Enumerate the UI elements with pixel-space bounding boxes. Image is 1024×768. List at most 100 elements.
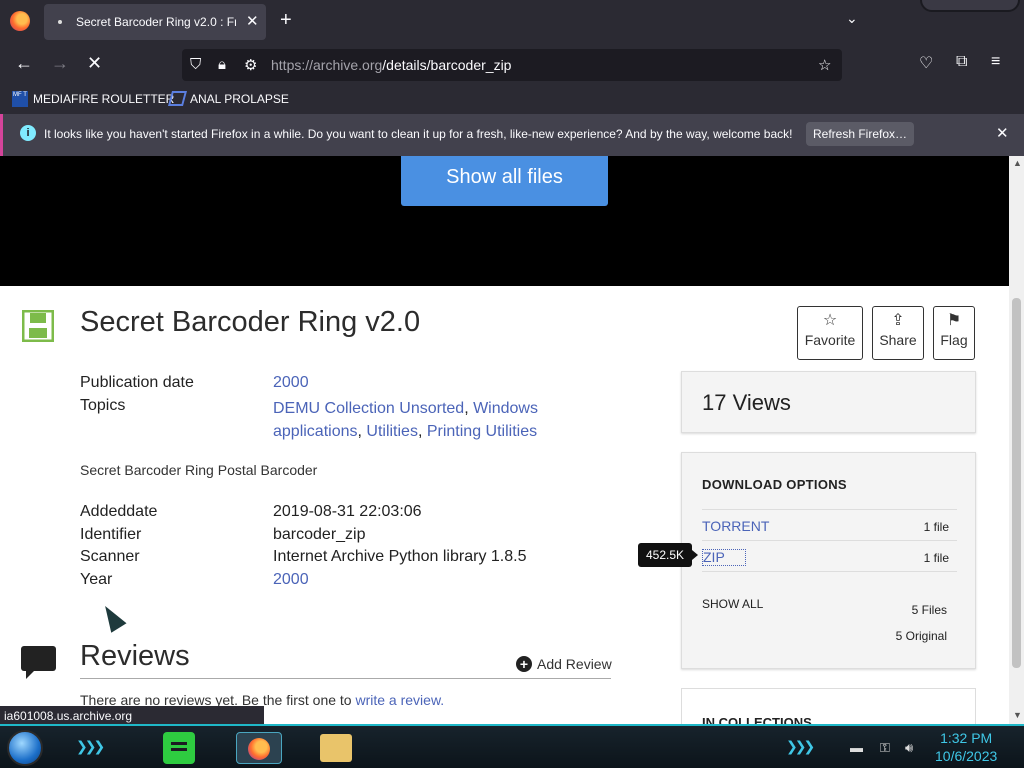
collections-box: IN COLLECTIONS bbox=[681, 688, 976, 724]
bookmark-star-icon[interactable]: ☆ bbox=[818, 56, 831, 74]
url-text[interactable]: https://archive.org/details/barcoder_zip bbox=[271, 57, 511, 73]
bookmarks-toolbar: MF T MEDIAFIRE ROULETTER ANAL PROLAPSE bbox=[0, 86, 1024, 114]
show-all-files-button[interactable]: Show all files bbox=[401, 156, 608, 206]
favorite-label: Favorite bbox=[804, 332, 856, 348]
volume-icon[interactable]: 🔊︎ bbox=[905, 740, 913, 756]
scanner-value: Internet Archive Python library 1.8.5 bbox=[273, 548, 527, 565]
new-tab-button[interactable]: + bbox=[280, 9, 292, 32]
stop-loading-icon[interactable]: ✕ bbox=[87, 53, 102, 74]
tab-bar: Secret Barcoder Ring v2.0 : Free ✕ + ⌄ bbox=[0, 0, 1024, 44]
bookmark-second[interactable]: ANAL PROLAPSE bbox=[167, 91, 289, 106]
back-icon[interactable]: ← bbox=[15, 53, 33, 74]
show-all-link[interactable]: SHOW ALL bbox=[702, 597, 763, 611]
speech-bubble-icon bbox=[21, 646, 56, 679]
page-scrollbar[interactable]: ▲ ▼ bbox=[1009, 156, 1024, 724]
system-clock[interactable]: 1:32 PM 10/6/2023 bbox=[935, 729, 997, 765]
favorite-button[interactable]: ☆ Favorite bbox=[797, 306, 863, 360]
bookmark-label: ANAL PROLAPSE bbox=[190, 91, 289, 106]
pocket-icon[interactable]: ♡ bbox=[919, 53, 933, 73]
loading-dot-icon bbox=[58, 20, 62, 24]
window-frame-decoration bbox=[920, 0, 1020, 12]
flag-icon: ⚑ bbox=[946, 312, 962, 329]
topics-label: Topics bbox=[80, 397, 126, 414]
flag-button[interactable]: ⚑ Flag bbox=[933, 306, 975, 360]
lock-icon[interactable]: 🔒︎ bbox=[218, 56, 226, 73]
chevrons-decoration-icon: ❯❯❯ bbox=[76, 738, 105, 754]
download-row-zip[interactable]: ZIP 1 file bbox=[702, 540, 957, 571]
identifier-value: barcoder_zip bbox=[273, 526, 366, 543]
bookmark-mediafire[interactable]: MF T MEDIAFIRE ROULETTER bbox=[12, 91, 174, 107]
add-review-label: Add Review bbox=[537, 656, 612, 672]
page-title: Secret Barcoder Ring v2.0 bbox=[80, 306, 421, 338]
file-explorer-icon[interactable] bbox=[320, 734, 352, 762]
topic-link[interactable]: Utilities bbox=[366, 423, 418, 440]
item-description: Secret Barcoder Ring Postal Barcoder bbox=[80, 462, 318, 478]
download-divider bbox=[702, 571, 957, 572]
refresh-notification-bar: i It looks like you haven't started Fire… bbox=[0, 114, 1024, 156]
notification-message: It looks like you haven't started Firefo… bbox=[44, 127, 793, 141]
download-options-box: DOWNLOAD OPTIONS TORRENT 1 file ZIP 1 fi… bbox=[681, 452, 976, 669]
mouse-cursor-icon bbox=[97, 601, 127, 633]
topic-link[interactable]: DEMU Collection Unsorted bbox=[273, 400, 464, 417]
floppy-disk-icon bbox=[22, 310, 54, 342]
share-button[interactable]: ⇪ Share bbox=[872, 306, 924, 360]
close-icon[interactable]: ✕ bbox=[996, 124, 1009, 142]
url-host: https://archive.org bbox=[271, 57, 383, 73]
chevrons-decoration-icon: ❯❯❯ bbox=[786, 738, 815, 754]
total-files-count: 5 Files bbox=[911, 603, 947, 617]
share-label: Share bbox=[879, 332, 917, 348]
tab-close-icon[interactable]: ✕ bbox=[246, 12, 259, 30]
scrollbar-thumb[interactable] bbox=[1012, 298, 1021, 668]
extensions-icon[interactable]: ⧉ bbox=[956, 53, 967, 71]
file-count: 1 file bbox=[923, 551, 949, 565]
addeddate-value: 2019-08-31 22:03:06 bbox=[273, 503, 422, 520]
add-review-button[interactable]: + Add Review bbox=[516, 656, 612, 672]
forward-icon[interactable]: → bbox=[51, 53, 69, 74]
original-files-count: 5 Original bbox=[895, 629, 947, 643]
download-row-torrent[interactable]: TORRENT 1 file bbox=[702, 509, 957, 540]
topic-link[interactable]: Printing Utilities bbox=[427, 423, 537, 440]
views-count: 17 Views bbox=[702, 390, 791, 415]
publication-date-link[interactable]: 2000 bbox=[273, 374, 309, 392]
clock-time: 1:32 PM bbox=[940, 730, 993, 746]
bookmark-label: MEDIAFIRE ROULETTER bbox=[33, 92, 175, 106]
firefox-taskbar-icon[interactable] bbox=[236, 732, 282, 764]
chevron-down-icon[interactable]: ⌄ bbox=[846, 10, 858, 27]
firefox-logo-icon[interactable] bbox=[10, 11, 30, 31]
year-label: Year bbox=[80, 571, 113, 588]
publication-date-label: Publication date bbox=[80, 374, 194, 391]
refresh-firefox-button[interactable]: Refresh Firefox… bbox=[806, 122, 914, 146]
identifier-label: Identifier bbox=[80, 526, 142, 543]
star-icon: ☆ bbox=[822, 312, 838, 329]
url-path: /details/barcoder_zip bbox=[382, 57, 512, 73]
shield-icon[interactable]: ⛉ bbox=[190, 56, 201, 73]
topics-list: DEMU Collection Unsorted, Windows applic… bbox=[273, 400, 538, 440]
info-icon: i bbox=[20, 125, 36, 141]
scroll-down-icon[interactable]: ▼ bbox=[1013, 710, 1022, 720]
tray-expand-icon[interactable]: ▬ bbox=[850, 740, 863, 755]
zip-link[interactable]: ZIP bbox=[702, 549, 746, 566]
addeddate-label: Addeddate bbox=[80, 503, 158, 520]
tab-title: Secret Barcoder Ring v2.0 : Free bbox=[76, 15, 236, 29]
share-icon: ⇪ bbox=[891, 312, 905, 329]
reviews-heading: Reviews bbox=[80, 640, 190, 672]
url-bar[interactable]: ⛉ 🔒︎ ⚙︎ https://archive.org/details/barc… bbox=[182, 49, 842, 81]
file-size-tooltip: 452.5K bbox=[638, 543, 698, 567]
spotify-app-icon[interactable] bbox=[163, 732, 195, 764]
start-button-icon[interactable] bbox=[7, 730, 43, 766]
tab-active[interactable]: Secret Barcoder Ring v2.0 : Free ✕ bbox=[44, 4, 266, 40]
clock-date: 10/6/2023 bbox=[935, 748, 998, 764]
status-bar: ia601008.us.archive.org bbox=[0, 706, 264, 726]
year-link[interactable]: 2000 bbox=[273, 571, 309, 589]
scanner-label: Scanner bbox=[80, 548, 140, 565]
views-box: 17 Views bbox=[681, 371, 976, 433]
network-icon[interactable]: ⚿ bbox=[880, 740, 890, 756]
permissions-icon[interactable]: ⚙︎ bbox=[244, 56, 257, 74]
scroll-up-icon[interactable]: ▲ bbox=[1013, 158, 1022, 168]
file-count: 1 file bbox=[923, 520, 949, 534]
write-review-link[interactable]: write a review. bbox=[355, 692, 444, 708]
web-page: Show all files Secret Barcoder Ring v2.0… bbox=[0, 156, 1009, 724]
torrent-link[interactable]: TORRENT bbox=[702, 518, 769, 534]
menu-icon[interactable]: ≡ bbox=[991, 53, 1000, 71]
bookmark-folder-icon bbox=[167, 91, 188, 106]
